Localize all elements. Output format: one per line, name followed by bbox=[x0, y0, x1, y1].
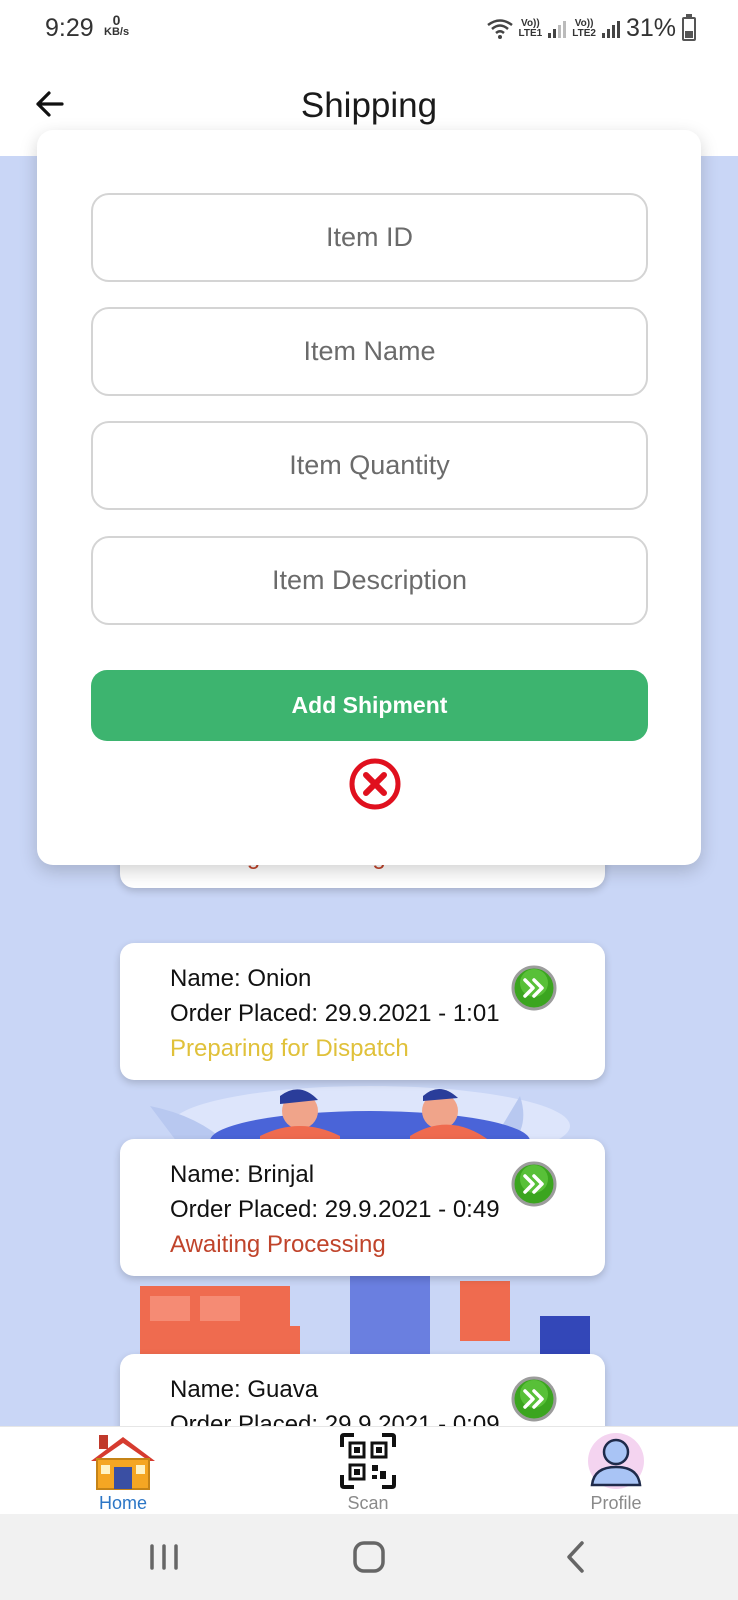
page-title: Shipping bbox=[300, 86, 438, 125]
network-speed-unit: KB/s bbox=[104, 26, 130, 38]
battery-percent: 31% bbox=[625, 14, 676, 42]
signal-bars-1-icon bbox=[548, 20, 567, 38]
signal-bars-2-icon bbox=[601, 20, 620, 38]
order-card[interactable]: Name: Onion Order Placed: 29.9.2021 - 1:… bbox=[120, 943, 605, 1080]
nav-home-label: Home bbox=[98, 1493, 147, 1513]
status-icons: Vo)) LTE1 Vo)) LTE2 31% bbox=[486, 13, 696, 43]
nav-scan-label: Scan bbox=[347, 1493, 389, 1513]
user-avatar-icon bbox=[588, 1433, 644, 1489]
order-name: Name: Brinjal bbox=[170, 1161, 315, 1188]
sim1-indicator: Vo)) LTE1 bbox=[518, 18, 543, 39]
add-shipment-button[interactable]: Add Shipment bbox=[91, 670, 648, 741]
bottom-nav: Home Scan Profile bbox=[0, 1426, 738, 1514]
double-chevron-right-icon[interactable] bbox=[511, 1376, 557, 1422]
system-nav-bar bbox=[0, 1514, 738, 1600]
qr-code-icon bbox=[340, 1433, 396, 1489]
order-placed: Order Placed: 29.9.2021 - 1:01 bbox=[170, 1000, 500, 1027]
nav-profile-label: Profile bbox=[590, 1493, 642, 1513]
house-icon bbox=[91, 1435, 155, 1490]
home-button-icon[interactable] bbox=[344, 1534, 394, 1580]
item-description-field[interactable] bbox=[91, 536, 648, 625]
double-chevron-right-icon[interactable] bbox=[511, 965, 557, 1011]
wifi-icon bbox=[486, 18, 513, 39]
status-time: 9:29 bbox=[45, 14, 94, 42]
sim1-lte: LTE1 bbox=[518, 27, 543, 39]
battery-icon bbox=[682, 13, 696, 41]
nav-home[interactable]: Home bbox=[63, 1427, 183, 1515]
sim2-indicator: Vo)) LTE2 bbox=[572, 18, 596, 39]
item-name-field[interactable] bbox=[91, 307, 648, 396]
double-chevron-right-icon[interactable] bbox=[511, 1161, 557, 1207]
order-card[interactable]: Name: Brinjal Order Placed: 29.9.2021 - … bbox=[120, 1139, 605, 1276]
close-circle-icon[interactable] bbox=[348, 757, 402, 811]
item-id-field[interactable] bbox=[91, 193, 648, 282]
add-shipment-modal: Add Shipment bbox=[37, 130, 701, 865]
order-status: Awaiting Processing bbox=[170, 1231, 386, 1258]
network-speed: 0 KB/s bbox=[104, 12, 130, 38]
nav-scan[interactable]: Scan bbox=[308, 1427, 428, 1515]
order-placed: Order Placed: 29.9.2021 - 0:49 bbox=[170, 1196, 500, 1223]
item-quantity-field[interactable] bbox=[91, 421, 648, 510]
network-speed-value: 0 bbox=[112, 12, 121, 28]
sim2-lte: LTE2 bbox=[572, 27, 596, 39]
order-name: Name: Onion bbox=[170, 965, 312, 992]
order-placed: Order Placed: 29.9.2021 - 0:09 bbox=[170, 1411, 500, 1426]
order-name: Name: Guava bbox=[170, 1376, 319, 1403]
order-status: Preparing for Dispatch bbox=[170, 1035, 409, 1062]
back-button-icon[interactable] bbox=[551, 1534, 601, 1580]
status-bar: 9:29 0 KB/s Vo)) LTE1 Vo)) LTE2 31% bbox=[0, 0, 738, 60]
order-card[interactable]: Name: Guava Order Placed: 29.9.2021 - 0:… bbox=[120, 1354, 605, 1426]
recent-apps-icon[interactable] bbox=[139, 1534, 189, 1580]
nav-profile[interactable]: Profile bbox=[556, 1427, 676, 1515]
